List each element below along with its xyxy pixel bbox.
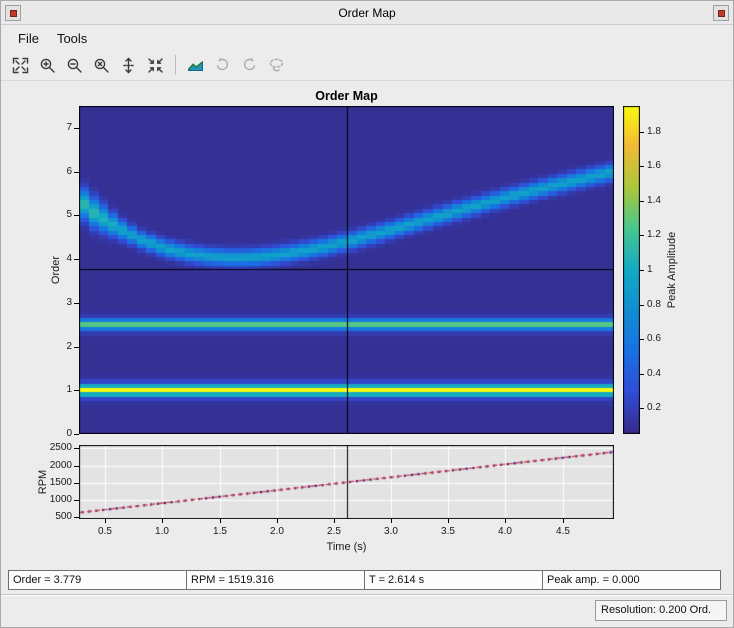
tick-label: 6 (66, 166, 72, 177)
resolution-readout: Resolution: 0.200 Ord. (595, 600, 727, 621)
reset-view-icon[interactable] (142, 53, 168, 77)
axis-tick (74, 517, 79, 518)
tick-label: 3.5 (441, 526, 455, 537)
axis-tick (505, 519, 506, 523)
axis-tick (334, 519, 335, 523)
menu-file[interactable]: File (9, 28, 48, 49)
tick-label: 0.4 (647, 368, 661, 379)
order-map-heatmap[interactable] (79, 106, 614, 434)
tick-label: 0 (66, 428, 72, 439)
tick-label: 1.6 (647, 160, 661, 171)
tick-label: 0.6 (647, 333, 661, 344)
tick-label: 0.2 (647, 402, 661, 413)
cursor-readouts: Order = 3.779 RPM = 1519.316 T = 2.614 s Pe… (8, 570, 721, 590)
axis-tick (640, 305, 644, 306)
axis-tick (74, 483, 79, 484)
axis-tick (448, 519, 449, 523)
axis-tick (74, 347, 79, 348)
order-readout: Order = 3.779 (8, 570, 187, 590)
toolbar (1, 50, 733, 81)
zoom-x-icon[interactable] (88, 53, 114, 77)
axis-tick (640, 235, 644, 236)
axis-tick (74, 466, 79, 467)
axis-tick (74, 390, 79, 391)
tick-label: 4.5 (556, 526, 570, 537)
tick-label: 1 (66, 384, 72, 395)
rotate-cw-icon (236, 53, 262, 77)
order-map-window: Order Map File Tools Order Map Order Peak… (0, 0, 734, 628)
tick-label: 0.8 (647, 299, 661, 310)
plot-title: Order Map (315, 89, 378, 103)
tick-label: 1.5 (213, 526, 227, 537)
expand-axes-icon[interactable] (7, 53, 33, 77)
tick-label: 4 (66, 253, 72, 264)
tick-label: 2500 (49, 442, 72, 453)
tick-label: 500 (55, 511, 72, 522)
axis-tick (640, 201, 644, 202)
axis-tick (563, 519, 564, 523)
statusbar: Resolution: 0.200 Ord. (1, 594, 733, 627)
time-readout: T = 2.614 s (364, 570, 543, 590)
axis-tick (220, 519, 221, 523)
axis-tick (74, 128, 79, 129)
lasso-select-icon (263, 53, 289, 77)
axis-tick (640, 374, 644, 375)
tick-label: 1 (647, 264, 653, 275)
tick-label: 7 (66, 122, 72, 133)
tick-label: 2.5 (327, 526, 341, 537)
tick-label: 1.4 (647, 195, 661, 206)
axis-tick (74, 259, 79, 260)
axis-tick (640, 270, 644, 271)
menu-tools[interactable]: Tools (48, 28, 96, 49)
tick-label: 1.0 (155, 526, 169, 537)
titlebar: Order Map (1, 1, 733, 25)
axis-tick (74, 434, 79, 435)
tick-label: 4.0 (498, 526, 512, 537)
rpm-plot[interactable] (79, 445, 614, 519)
tick-label: 5 (66, 209, 72, 220)
tick-label: 0.5 (98, 526, 112, 537)
tick-label: 1000 (49, 494, 72, 505)
window-close-icon (717, 9, 725, 17)
axis-tick (640, 408, 644, 409)
tick-label: 1.2 (647, 229, 661, 240)
axis-tick (74, 303, 79, 304)
peak-readout: Peak amp. = 0.000 (542, 570, 721, 590)
colorbar (623, 106, 640, 434)
axis-tick (105, 519, 106, 523)
time-axis-label: Time (s) (326, 541, 367, 553)
surface-map-icon[interactable] (182, 53, 208, 77)
zoom-in-icon[interactable] (34, 53, 60, 77)
axis-tick (640, 166, 644, 167)
axis-tick (74, 500, 79, 501)
tick-label: 2.0 (270, 526, 284, 537)
axis-tick (277, 519, 278, 523)
tick-label: 1.8 (647, 126, 661, 137)
rpm-readout: RPM = 1519.316 (186, 570, 365, 590)
axis-tick (391, 519, 392, 523)
window-close-button[interactable] (713, 5, 729, 21)
window-title: Order Map (338, 6, 396, 20)
axis-tick (162, 519, 163, 523)
tick-label: 2000 (49, 460, 72, 471)
menubar: File Tools (1, 26, 733, 50)
tick-label: 3 (66, 297, 72, 308)
zoom-out-icon[interactable] (61, 53, 87, 77)
axis-tick (640, 132, 644, 133)
rotate-ccw-icon (209, 53, 235, 77)
tick-label: 3.0 (384, 526, 398, 537)
pan-y-icon[interactable] (115, 53, 141, 77)
tick-label: 2 (66, 341, 72, 352)
axis-tick (640, 339, 644, 340)
axis-tick (74, 215, 79, 216)
axis-tick (74, 172, 79, 173)
tick-label: 1500 (49, 477, 72, 488)
toolbar-separator (175, 55, 176, 75)
axis-tick (74, 448, 79, 449)
